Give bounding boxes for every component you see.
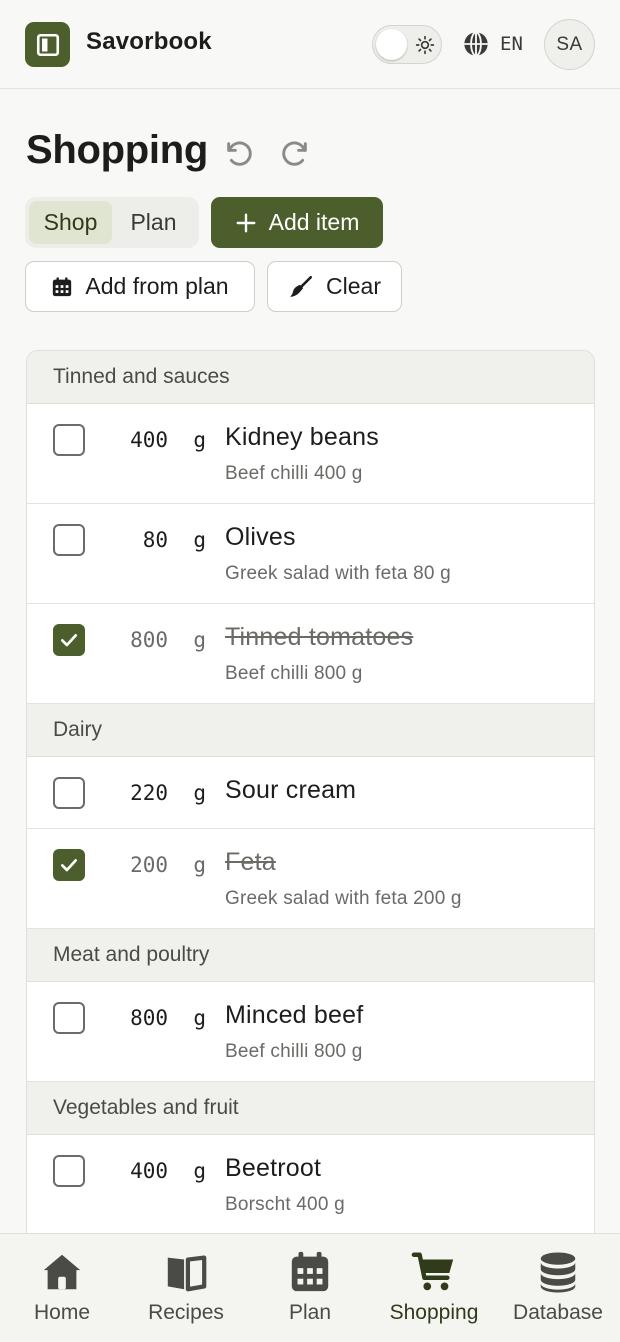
item-name: Sour cream (225, 776, 357, 804)
nav-home[interactable]: Home (0, 1234, 124, 1342)
nav-label: Database (513, 1301, 603, 1324)
add-from-plan-button[interactable]: Add from plan (25, 261, 255, 312)
theme-toggle[interactable] (372, 25, 442, 64)
group-header: Vegetables and fruit (27, 1082, 594, 1135)
item-quantity: 800 g (130, 1006, 206, 1030)
globe-icon (464, 31, 488, 57)
item-name: Minced beef (225, 1001, 364, 1029)
segment-plan[interactable]: Plan (112, 201, 195, 244)
item-name: Beetroot (225, 1154, 322, 1182)
group-header: Meat and poultry (27, 929, 594, 982)
redo-icon[interactable] (280, 137, 312, 169)
item-quantity: 220 g (130, 781, 206, 805)
avatar[interactable]: SA (544, 19, 595, 70)
sun-icon (415, 35, 435, 55)
language-selector[interactable]: EN (462, 30, 523, 58)
nav-label: Plan (288, 1301, 332, 1324)
list-item: 800 g Minced beef Beef chilli 800 g (27, 982, 594, 1082)
item-quantity: 400 g (130, 1159, 206, 1183)
cart-icon (411, 1252, 454, 1291)
plus-icon (236, 213, 256, 232)
list-item: 800 g Tinned tomatoes Beef chilli 800 g (27, 604, 594, 704)
bottom-nav: Home Recipes Plan Shopping Database (0, 1233, 620, 1342)
brand-name: Savorbook (86, 28, 212, 55)
item-source: Beef chilli 800 g (225, 663, 363, 684)
item-quantity: 80 g (142, 528, 206, 552)
nav-shopping[interactable]: Shopping (372, 1234, 496, 1342)
item-checkbox[interactable] (53, 1155, 85, 1187)
nav-recipes[interactable]: Recipes (124, 1234, 248, 1342)
item-checkbox[interactable] (53, 524, 85, 556)
item-source: Borscht 400 g (225, 1194, 345, 1215)
broom-icon (290, 275, 313, 297)
list-item: 220 g Sour cream (27, 757, 594, 829)
group-header: Tinned and sauces (27, 351, 594, 404)
segment-shop[interactable]: Shop (29, 201, 112, 244)
check-icon (61, 859, 77, 872)
clear-label: Clear (326, 273, 381, 299)
item-source: Greek salad with feta 200 g (225, 888, 462, 909)
item-checkbox[interactable] (53, 849, 85, 881)
language-label: EN (500, 33, 523, 55)
add-item-button[interactable]: Add item (211, 197, 383, 248)
calendar-icon (291, 1251, 329, 1292)
check-icon (61, 634, 77, 647)
item-source: Beef chilli 400 g (225, 463, 363, 484)
item-quantity: 400 g (130, 428, 206, 452)
logo-icon[interactable] (25, 22, 70, 67)
item-checkbox[interactable] (53, 624, 85, 656)
item-name: Kidney beans (225, 423, 379, 451)
item-source: Beef chilli 800 g (225, 1041, 363, 1062)
item-name: Feta (225, 848, 276, 876)
item-quantity: 800 g (130, 628, 206, 652)
nav-database[interactable]: Database (496, 1234, 620, 1342)
item-name: Olives (225, 523, 296, 551)
nav-plan[interactable]: Plan (248, 1234, 372, 1342)
item-checkbox[interactable] (53, 424, 85, 456)
undo-icon[interactable] (222, 137, 254, 169)
list-item: 200 g Feta Greek salad with feta 200 g (27, 829, 594, 929)
shopping-list: Tinned and sauces 400 g Kidney beans Bee… (26, 350, 595, 1234)
item-quantity: 200 g (130, 853, 206, 877)
nav-label: Recipes (148, 1301, 224, 1324)
list-item: 400 g Beetroot Borscht 400 g (27, 1135, 594, 1234)
calendar-icon (53, 276, 72, 296)
add-item-label: Add item (268, 209, 360, 235)
group-header: Dairy (27, 704, 594, 757)
mode-segment: Shop Plan (25, 197, 199, 248)
clear-button[interactable]: Clear (267, 261, 402, 312)
list-item: 80 g Olives Greek salad with feta 80 g (27, 504, 594, 604)
page-title: Shopping (26, 128, 208, 172)
database-icon (540, 1252, 576, 1293)
list-item: 400 g Kidney beans Beef chilli 400 g (27, 404, 594, 504)
item-source: Greek salad with feta 80 g (225, 563, 451, 584)
nav-label: Home (33, 1301, 91, 1324)
home-icon (43, 1254, 81, 1290)
item-checkbox[interactable] (53, 777, 85, 809)
toggle-knob (376, 29, 407, 60)
item-name: Tinned tomatoes (225, 623, 414, 651)
top-bar: Savorbook EN SA (0, 0, 620, 89)
add-from-plan-label: Add from plan (85, 273, 229, 299)
nav-label: Shopping (389, 1301, 479, 1324)
book-icon (167, 1255, 207, 1292)
item-checkbox[interactable] (53, 1002, 85, 1034)
